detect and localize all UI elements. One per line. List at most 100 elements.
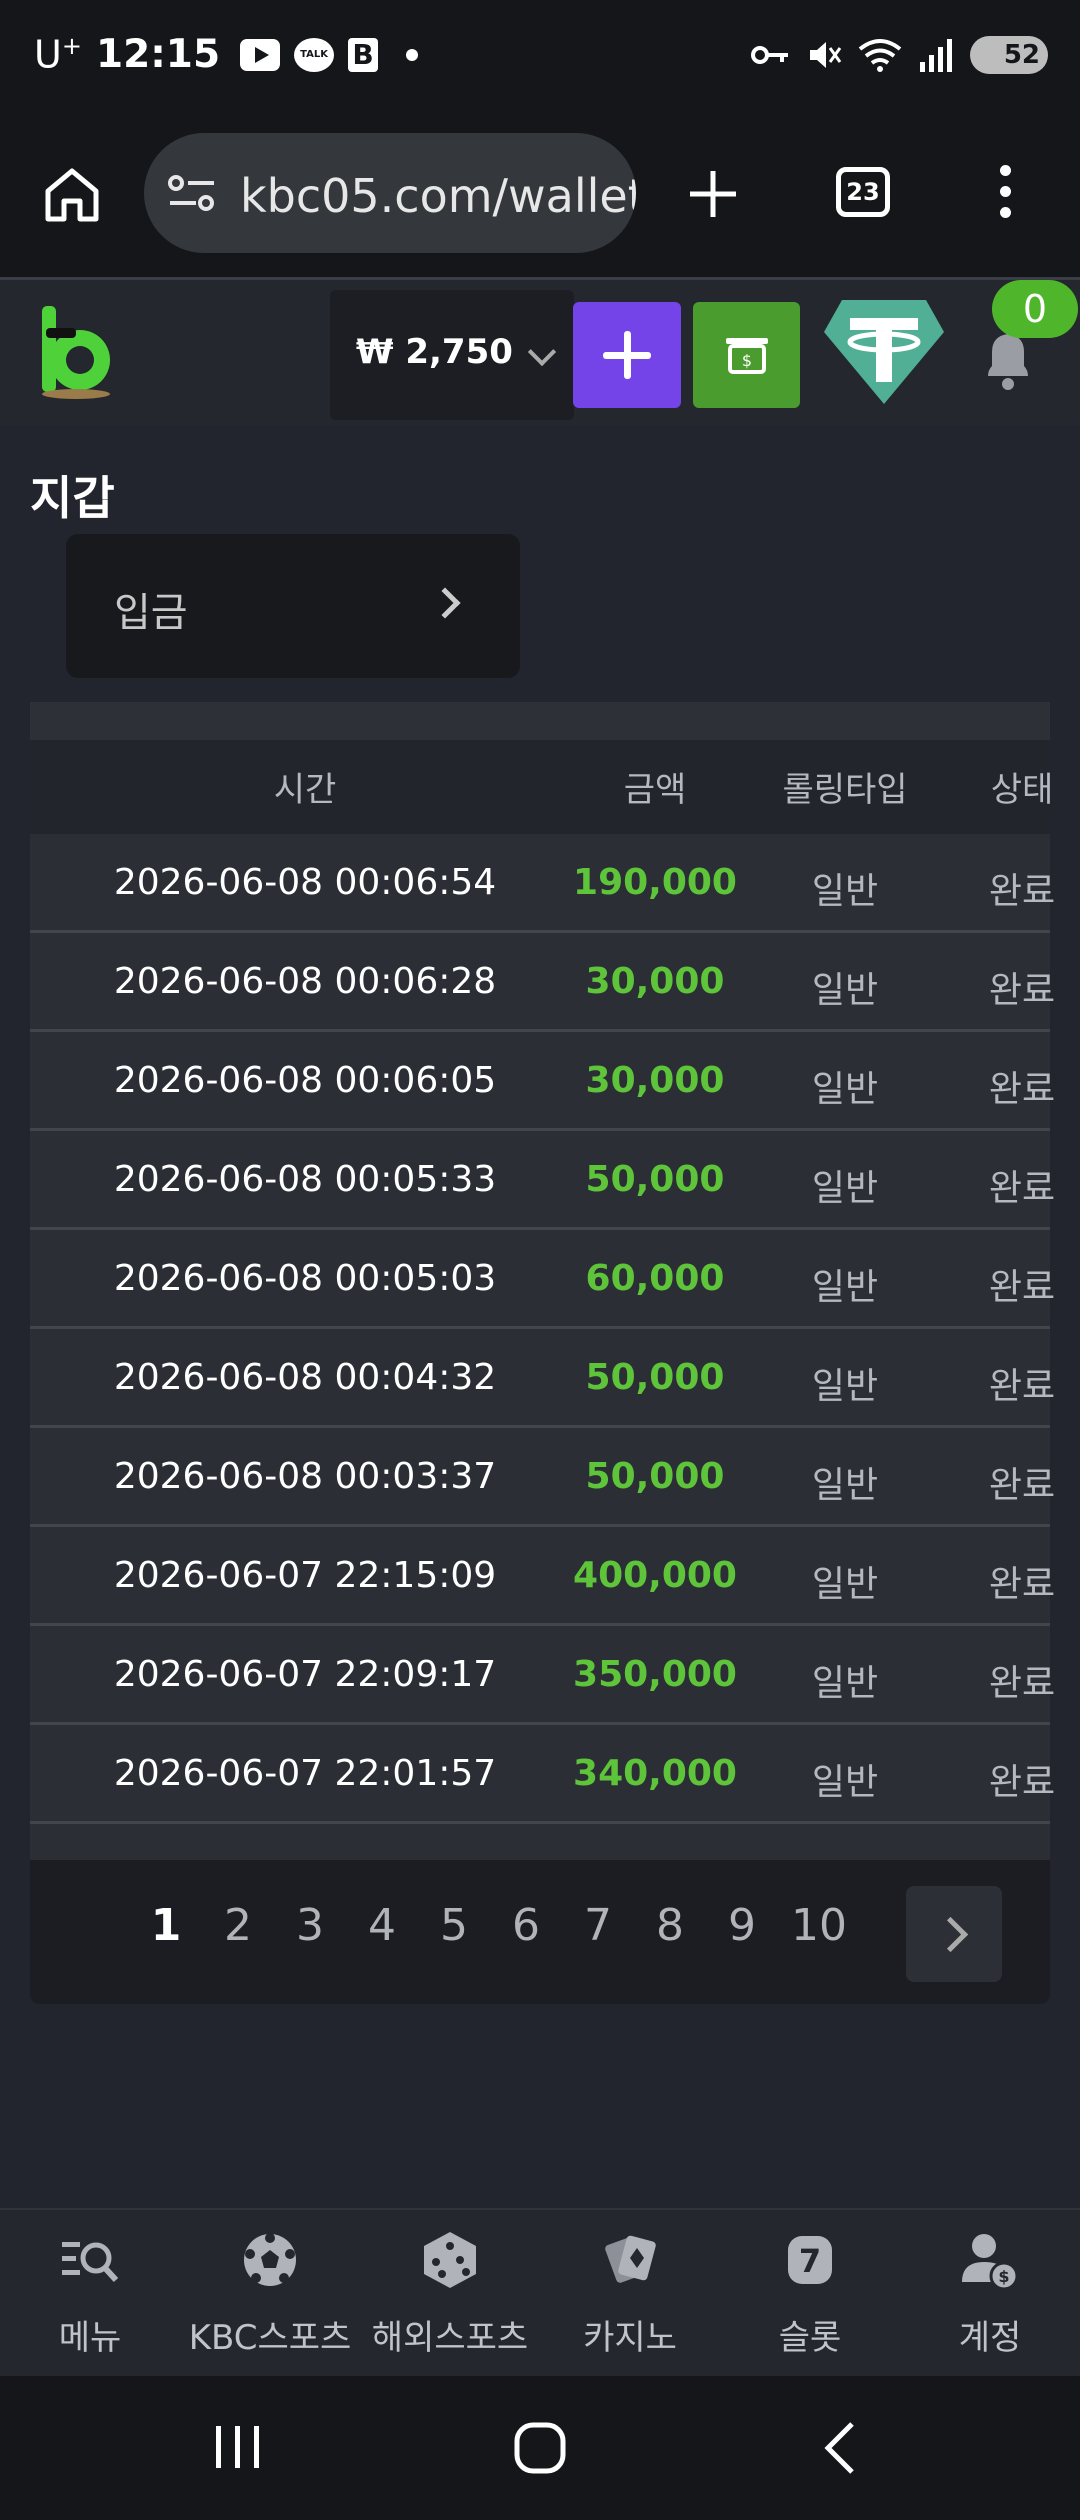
page-link-1[interactable]: 1 — [130, 1900, 202, 1951]
row-time: 2026-06-08 00:03:37 — [113, 1456, 497, 1497]
row-rolling-type: 일반 — [811, 1465, 879, 1506]
soccer-ball-icon — [244, 2233, 296, 2286]
row-rolling-type: 일반 — [811, 1069, 879, 1110]
row-time: 2026-06-08 00:04:32 — [113, 1357, 497, 1398]
status-bar: U+ 12:15 TALK B 52 — [0, 0, 1080, 125]
row-time: 2026-06-08 00:06:54 — [113, 862, 497, 903]
add-funds-button[interactable] — [573, 302, 681, 408]
page-link-6[interactable]: 6 — [490, 1900, 562, 1951]
page-link-9[interactable]: 9 — [706, 1900, 778, 1951]
nav-item-casino[interactable]: 카지노 — [540, 2210, 720, 2378]
carrier-label: U+ — [34, 32, 82, 77]
recent-apps-icon[interactable] — [212, 2422, 264, 2472]
url-text: kbc05.com/wallet — [240, 169, 636, 223]
table-header: 시간 금액 롤링타입 상태 — [30, 740, 1053, 834]
deposit-label: 입금 — [114, 590, 188, 636]
svg-text:$: $ — [998, 2267, 1009, 2286]
row-rolling-type: 일반 — [811, 1564, 879, 1605]
page-link-3[interactable]: 3 — [274, 1900, 346, 1951]
youtube-icon — [240, 38, 281, 71]
notification-badge: 0 — [992, 280, 1078, 338]
table-row: 2026-06-08 00:05:03 60,000 일반 완료 — [30, 1230, 1055, 1329]
balance-dropdown[interactable]: ₩ 2,750 — [330, 290, 574, 420]
row-rolling-type: 일반 — [811, 970, 879, 1011]
nav-label: 메뉴 — [58, 2318, 122, 2358]
table-row: 2026-06-08 00:04:32 50,000 일반 완료 — [30, 1329, 1055, 1428]
nav-item-overseas-sports[interactable]: 해외스포츠 — [360, 2210, 540, 2378]
row-status: 완료 — [988, 1564, 1056, 1605]
chevron-right-icon — [429, 587, 461, 619]
row-status: 완료 — [988, 1267, 1056, 1308]
row-rolling-type: 일반 — [811, 871, 879, 912]
column-header-rolling-type: 롤링타입 — [782, 770, 908, 810]
column-header-status: 상태 — [990, 770, 1054, 810]
site-logo-icon[interactable] — [36, 302, 118, 402]
battery-indicator: 52 — [970, 36, 1048, 74]
row-status: 완료 — [988, 1663, 1056, 1704]
row-status: 완료 — [988, 1465, 1056, 1506]
nav-label: KBC스포츠 — [188, 2318, 352, 2358]
address-bar[interactable]: kbc05.com/wallet — [144, 133, 636, 253]
row-status: 완료 — [988, 970, 1056, 1011]
transaction-list: 2026-06-08 00:06:54 190,000 일반 완료 2026-06-0… — [30, 834, 1055, 1824]
row-rolling-type: 일반 — [811, 1366, 879, 1407]
menu-search-icon — [62, 2242, 119, 2283]
row-status: 완료 — [988, 871, 1056, 912]
nav-label: 해외스포츠 — [371, 2318, 529, 2358]
table-row: 2026-06-07 22:09:17 350,000 일반 완료 — [30, 1626, 1055, 1725]
row-status: 완료 — [988, 1366, 1056, 1407]
tether-icon[interactable] — [822, 298, 946, 406]
site-header: ₩ 2,750 $ 0 — [0, 277, 1080, 425]
row-time: 2026-06-07 22:01:57 — [113, 1753, 497, 1794]
column-header-time: 시간 — [273, 770, 337, 810]
page-link-7[interactable]: 7 — [562, 1900, 634, 1951]
nav-item-menu[interactable]: 메뉴 — [0, 2210, 180, 2378]
home-icon[interactable] — [42, 165, 102, 223]
row-time: 2026-06-08 00:06:05 — [113, 1060, 497, 1101]
b-app-icon: B — [348, 37, 379, 72]
page-title: 지갑 — [30, 471, 115, 525]
next-page-button[interactable] — [906, 1886, 1002, 1982]
nav-item-kbc-sports[interactable]: KBC스포츠 — [180, 2210, 360, 2378]
page-link-5[interactable]: 5 — [418, 1900, 490, 1951]
page-link-4[interactable]: 4 — [346, 1900, 418, 1951]
table-bottom-bar — [30, 1824, 1050, 1860]
new-tab-icon[interactable] — [686, 167, 740, 221]
cash-button[interactable]: $ — [693, 302, 800, 408]
table-row: 2026-06-08 00:06:05 30,000 일반 완료 — [30, 1032, 1055, 1131]
row-rolling-type: 일반 — [811, 1663, 879, 1704]
browser-menu-icon[interactable] — [1000, 165, 1012, 218]
row-time: 2026-06-08 00:05:33 — [113, 1159, 497, 1200]
mute-icon — [810, 42, 842, 68]
table-row: 2026-06-07 22:15:09 400,000 일반 완료 — [30, 1527, 1055, 1626]
nav-item-account[interactable]: $ 계정 — [900, 2210, 1080, 2378]
home-button-icon[interactable] — [512, 2420, 568, 2476]
page-link-8[interactable]: 8 — [634, 1900, 706, 1951]
nav-label: 계정 — [958, 2318, 1022, 2358]
table-top-bar — [30, 702, 1050, 740]
more-notifications-dot-icon — [406, 48, 419, 61]
bottom-navigation: 메뉴 KBC스포츠 해외스포츠 카지노 7 슬롯 $ 계정 — [0, 2208, 1080, 2376]
chevron-down-icon — [527, 337, 557, 367]
dice-icon — [424, 2232, 476, 2288]
balance-amount: ₩ 2,750 — [356, 332, 513, 372]
row-time: 2026-06-08 00:06:28 — [113, 961, 497, 1002]
deposit-button[interactable]: 입금 — [66, 534, 520, 678]
browser-toolbar: kbc05.com/wallet 23 — [0, 125, 1080, 277]
row-rolling-type: 일반 — [811, 1762, 879, 1803]
table-row: 2026-06-07 22:01:57 340,000 일반 완료 — [30, 1725, 1055, 1824]
row-status: 완료 — [988, 1762, 1056, 1803]
row-time: 2026-06-08 00:05:03 — [113, 1258, 497, 1299]
page-link-10[interactable]: 10 — [778, 1900, 860, 1951]
tab-switcher-button[interactable]: 23 — [836, 167, 890, 217]
page-link-2[interactable]: 2 — [202, 1900, 274, 1951]
back-icon[interactable] — [820, 2420, 860, 2476]
table-row: 2026-06-08 00:03:37 50,000 일반 완료 — [30, 1428, 1055, 1527]
nav-item-slots[interactable]: 7 슬롯 — [720, 2210, 900, 2378]
cards-icon — [605, 2235, 656, 2283]
site-settings-icon[interactable] — [166, 173, 218, 213]
table-row: 2026-06-08 00:06:54 190,000 일반 완료 — [30, 834, 1055, 933]
row-status: 완료 — [988, 1168, 1056, 1209]
row-rolling-type: 일반 — [811, 1168, 879, 1209]
key-icon — [751, 46, 788, 64]
